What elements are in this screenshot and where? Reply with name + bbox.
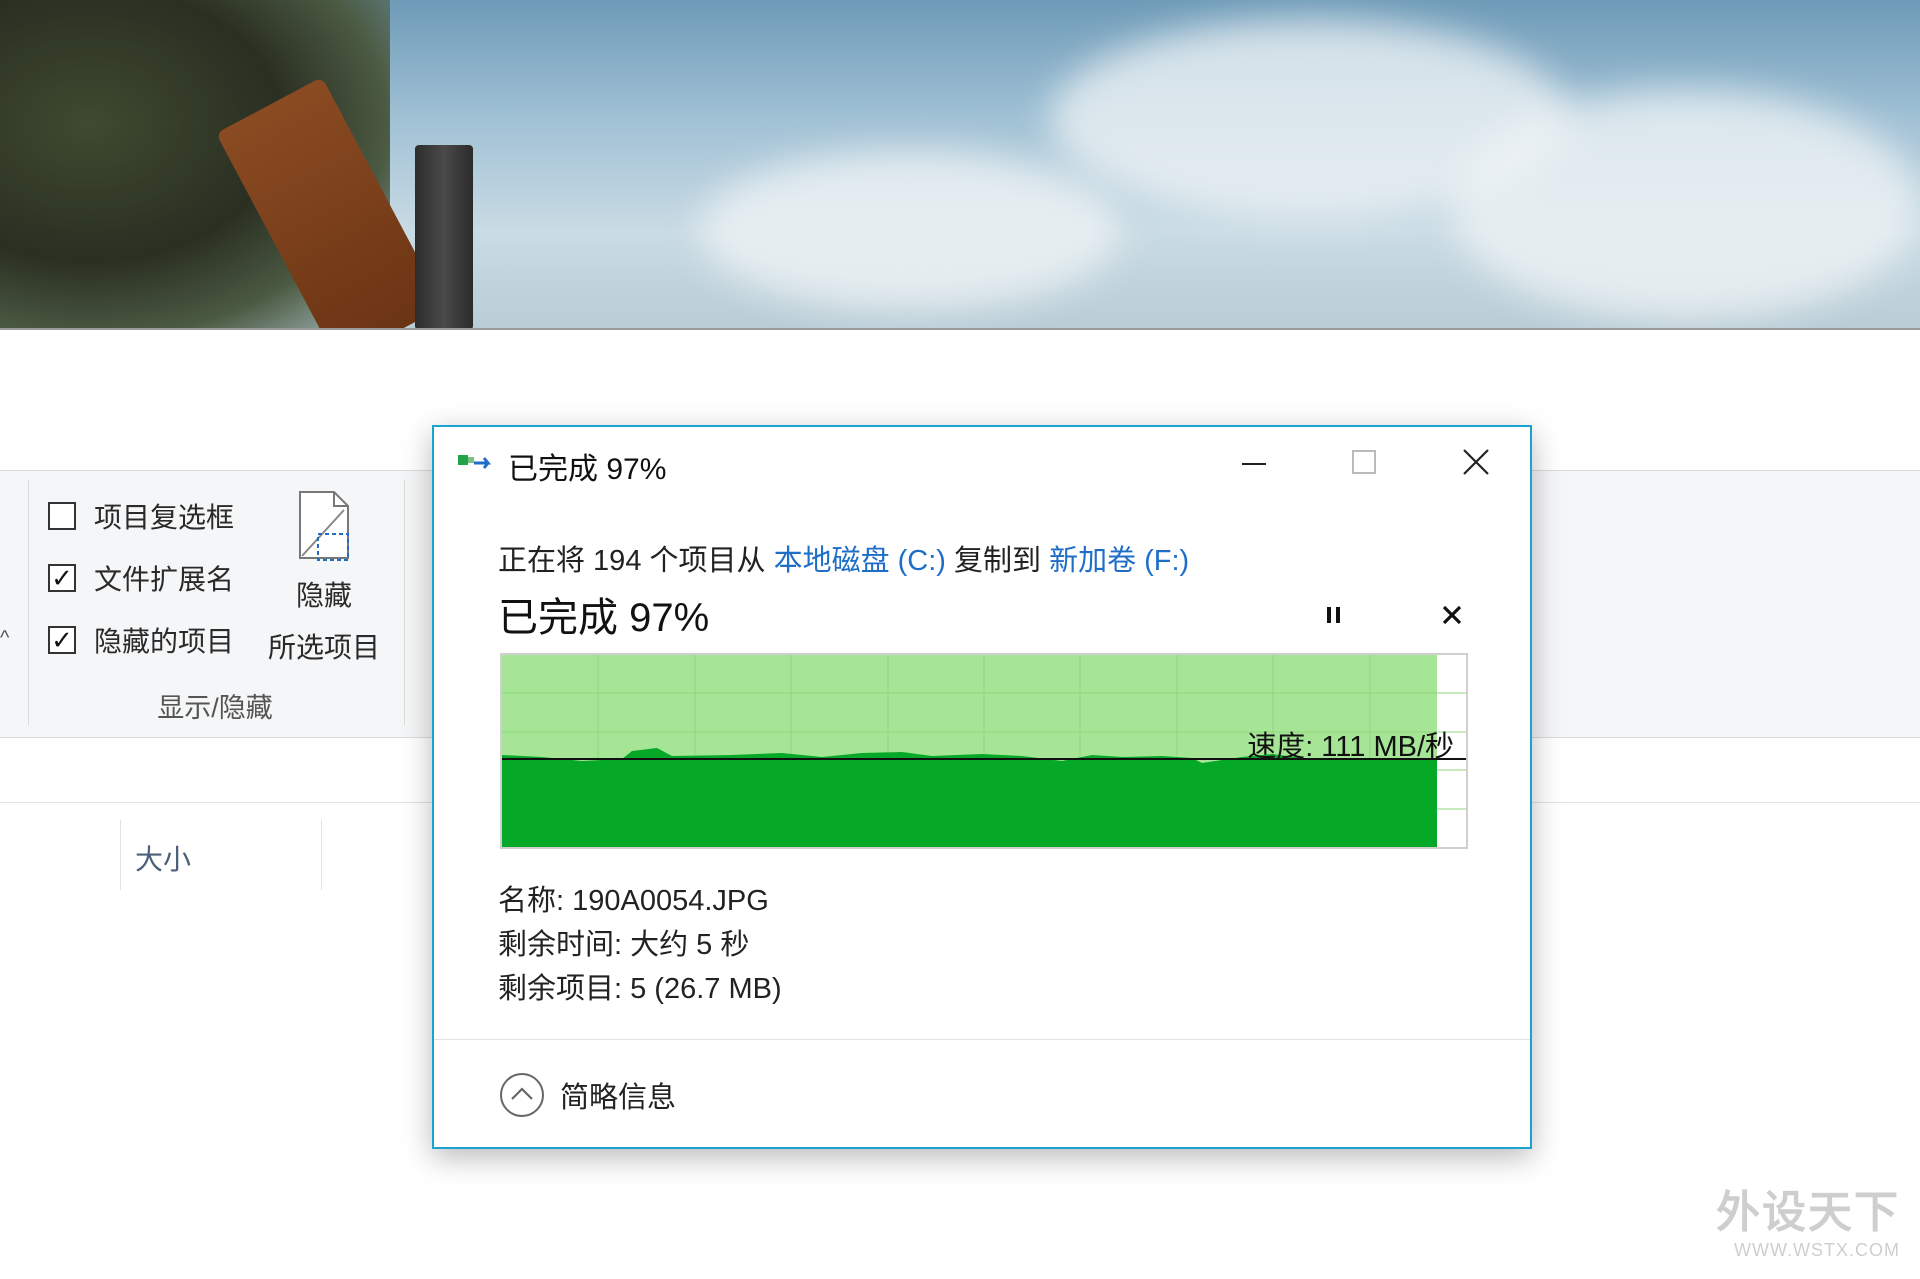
- hidden-items-option[interactable]: ✓ 隐藏的项目: [48, 620, 234, 660]
- progress-percentage: 已完成 97%: [498, 596, 710, 640]
- fewer-details-label: 简略信息: [560, 1082, 677, 1114]
- pause-button[interactable]: [1314, 595, 1354, 635]
- pause-icon: [1327, 607, 1340, 623]
- file-extensions-option[interactable]: ✓ 文件扩展名: [48, 558, 234, 598]
- dialog-footer-divider: [434, 1039, 1530, 1040]
- copy-mid-text: 复制到: [945, 545, 1050, 577]
- speed-label: 速度: 111 MB/秒: [1247, 731, 1454, 763]
- maximize-icon: [1352, 450, 1376, 474]
- copy-icon: [458, 455, 492, 469]
- file-name-line: 名称: 190A0054.JPG: [498, 885, 769, 917]
- copy-prefix-text: 正在将 194 个项目从: [498, 545, 774, 577]
- cancel-button[interactable]: [1432, 595, 1472, 635]
- hide-document-icon: [299, 491, 349, 561]
- time-remaining-line: 剩余时间: 大约 5 秒: [498, 929, 750, 961]
- close-icon: [1463, 449, 1489, 475]
- minimize-button[interactable]: [1208, 433, 1300, 491]
- hide-selected-label-line2: 所选项目: [267, 632, 380, 663]
- desktop-wallpaper: [0, 0, 1920, 330]
- chevron-up-icon[interactable]: ^: [0, 627, 9, 650]
- minimize-icon: [1242, 463, 1266, 465]
- item-checkboxes-option[interactable]: 项目复选框: [48, 496, 234, 536]
- copy-description: 正在将 194 个项目从 本地磁盘 (C:) 复制到 新加卷 (F:): [498, 537, 1189, 579]
- copy-progress-dialog: 已完成 97% 正在将 194 个项目从 本地磁盘 (C:) 复制到 新加卷 (…: [432, 425, 1532, 1149]
- chevron-up-circle-icon: [500, 1073, 544, 1117]
- checkbox-label: 文件扩展名: [94, 564, 235, 595]
- dialog-titlebar[interactable]: 已完成 97%: [434, 427, 1530, 497]
- watermark-en: WWW.WSTX.COM: [1734, 1240, 1900, 1260]
- source-link[interactable]: 本地磁盘 (C:): [774, 545, 946, 577]
- checkbox-checked[interactable]: ✓: [48, 626, 76, 654]
- maximize-button[interactable]: [1318, 433, 1410, 491]
- column-header-label: 大小: [135, 844, 192, 875]
- checkbox-label: 隐藏的项目: [94, 626, 235, 657]
- hide-selected-button[interactable]: 隐藏 所选项目: [258, 488, 390, 666]
- items-remaining-line: 剩余项目: 5 (26.7 MB): [498, 973, 782, 1005]
- site-watermark: 外设天下 WWW.WSTX.COM: [1716, 1176, 1900, 1261]
- close-button[interactable]: [1430, 433, 1522, 491]
- column-header-size[interactable]: 大小: [120, 820, 322, 890]
- dialog-title: 已完成 97%: [508, 453, 667, 486]
- cancel-icon: [1442, 605, 1462, 625]
- wallpaper-edge: [0, 328, 1920, 330]
- checkbox-unchecked[interactable]: [48, 502, 76, 530]
- fewer-details-toggle[interactable]: 简略信息: [498, 1071, 676, 1119]
- checkbox-label: 项目复选框: [94, 502, 235, 533]
- transfer-speed-graph: 速度: 111 MB/秒: [500, 653, 1468, 849]
- watermark-cn: 外设天下: [1716, 1188, 1900, 1237]
- ribbon-group-label: 显示/隐藏: [157, 693, 273, 723]
- destination-link[interactable]: 新加卷 (F:): [1049, 545, 1189, 577]
- hide-selected-label-line1: 隐藏: [295, 580, 352, 611]
- checkbox-checked[interactable]: ✓: [48, 564, 76, 592]
